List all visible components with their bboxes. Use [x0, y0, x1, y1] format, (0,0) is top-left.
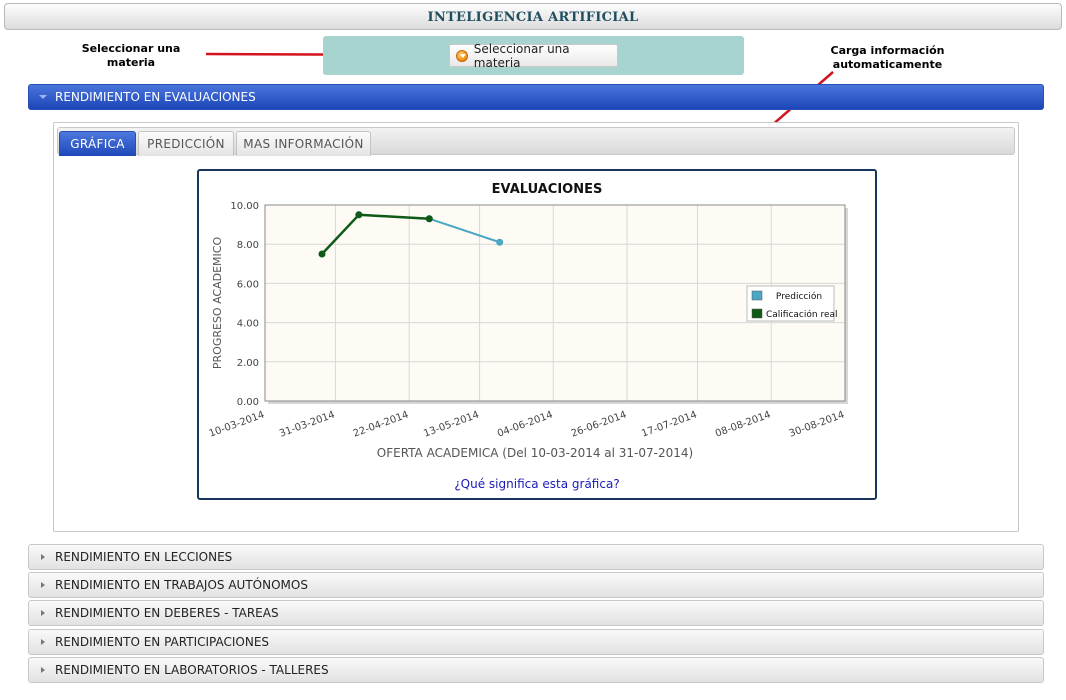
accordion-label: RENDIMIENTO EN LECCIONES	[55, 550, 233, 564]
chart-svg: 0.00 2.00 4.00 6.00 8.00 10.00 10-03-2014 31-03…	[208, 182, 848, 460]
caret-right-icon	[41, 667, 45, 673]
y-tick-label: 4.00	[237, 319, 259, 330]
y-axis-label: PROGRESO ACADEMICO	[211, 237, 224, 370]
page: INTELIGENCIA ARTIFICIAL Seleccionar una …	[0, 0, 1066, 700]
y-tick-label: 2.00	[237, 358, 259, 369]
chart-help-link[interactable]: ¿Qué significa esta gráfica?	[199, 477, 875, 491]
tab-bar: GRÁFICA PREDICCIÓN MAS INFORMACIÓN	[57, 127, 1015, 156]
data-point	[318, 250, 326, 258]
accordion-label: RENDIMIENTO EN DEBERES - TAREAS	[55, 606, 279, 620]
accordion-header-evaluaciones[interactable]: RENDIMIENTO EN EVALUACIONES	[28, 84, 1044, 110]
accordion-header-participaciones[interactable]: RENDIMIENTO EN PARTICIPACIONES	[28, 629, 1044, 655]
accordion-label: RENDIMIENTO EN LABORATORIOS - TALLERES	[55, 663, 329, 677]
data-point	[496, 238, 504, 246]
accordion-label: RENDIMIENTO EN PARTICIPACIONES	[55, 635, 270, 649]
caret-right-icon	[41, 639, 45, 645]
legend-label: Predicción	[776, 291, 822, 302]
x-tick-label: 10-03-2014	[208, 409, 266, 439]
y-tick-label: 6.00	[237, 279, 259, 290]
x-axis-label: OFERTA ACADEMICA (Del 10-03-2014 al 31-0…	[377, 446, 693, 460]
accordion-label: RENDIMIENTO EN TRABAJOS AUTÓNOMOS	[55, 578, 308, 592]
caret-right-icon	[41, 582, 45, 588]
y-tick-label: 10.00	[230, 201, 259, 212]
caret-down-icon	[39, 95, 47, 99]
select-subject-button[interactable]: Seleccionar una materia	[449, 41, 618, 70]
tab-prediccion[interactable]: PREDICCIÓN	[138, 131, 234, 156]
x-tick-label: 08-08-2014	[714, 409, 772, 439]
y-tick-label: 8.00	[237, 240, 259, 251]
legend-swatch	[751, 290, 763, 301]
legend-swatch	[751, 308, 763, 319]
app-title-bar: INTELIGENCIA ARTIFICIAL	[4, 3, 1062, 30]
legend-label: Calificación real	[766, 309, 838, 320]
accordion-header-trabajos-autonomos[interactable]: RENDIMIENTO EN TRABAJOS AUTÓNOMOS	[28, 572, 1044, 598]
caret-right-icon	[41, 554, 45, 560]
accordion-panel-evaluaciones: GRÁFICA PREDICCIÓN MAS INFORMACIÓN 0.00 2…	[53, 122, 1019, 532]
tab-grafica[interactable]: GRÁFICA	[59, 131, 136, 156]
caret-right-icon	[41, 610, 45, 616]
data-point	[355, 211, 363, 219]
subject-select-panel: Seleccionar una materia	[323, 36, 744, 75]
annotation-auto-load: Carga información automaticamente	[830, 44, 945, 71]
annotation-select-subject: Seleccionar una materia	[81, 42, 181, 69]
accordion-header-laboratorios-talleres[interactable]: RENDIMIENTO EN LABORATORIOS - TALLERES	[28, 657, 1044, 683]
tab-mas-informacion[interactable]: MAS INFORMACIÓN	[236, 131, 371, 156]
x-tick-label: 17-07-2014	[640, 409, 698, 439]
data-point	[425, 215, 433, 223]
select-subject-label: Seleccionar una materia	[473, 41, 570, 70]
dropdown-arrow-icon	[456, 49, 468, 62]
chart-title: EVALUACIONES	[492, 182, 603, 197]
app-title: INTELIGENCIA ARTIFICIAL	[427, 10, 639, 25]
accordion-label: RENDIMIENTO EN EVALUACIONES	[55, 90, 256, 104]
x-tick-label: 22-04-2014	[352, 409, 410, 439]
evaluations-chart: 0.00 2.00 4.00 6.00 8.00 10.00 10-03-2014 31-03…	[197, 169, 877, 500]
x-tick-label: 26-06-2014	[570, 409, 628, 439]
x-tick-label: 04-06-2014	[496, 409, 554, 439]
x-tick-label: 30-08-2014	[788, 409, 846, 439]
accordion-header-deberes-tareas[interactable]: RENDIMIENTO EN DEBERES - TAREAS	[28, 600, 1044, 626]
x-tick-label: 13-05-2014	[422, 409, 480, 439]
y-tick-label: 0.00	[237, 397, 259, 408]
accordion-header-lecciones[interactable]: RENDIMIENTO EN LECCIONES	[28, 544, 1044, 570]
x-tick-label: 31-03-2014	[278, 409, 336, 439]
